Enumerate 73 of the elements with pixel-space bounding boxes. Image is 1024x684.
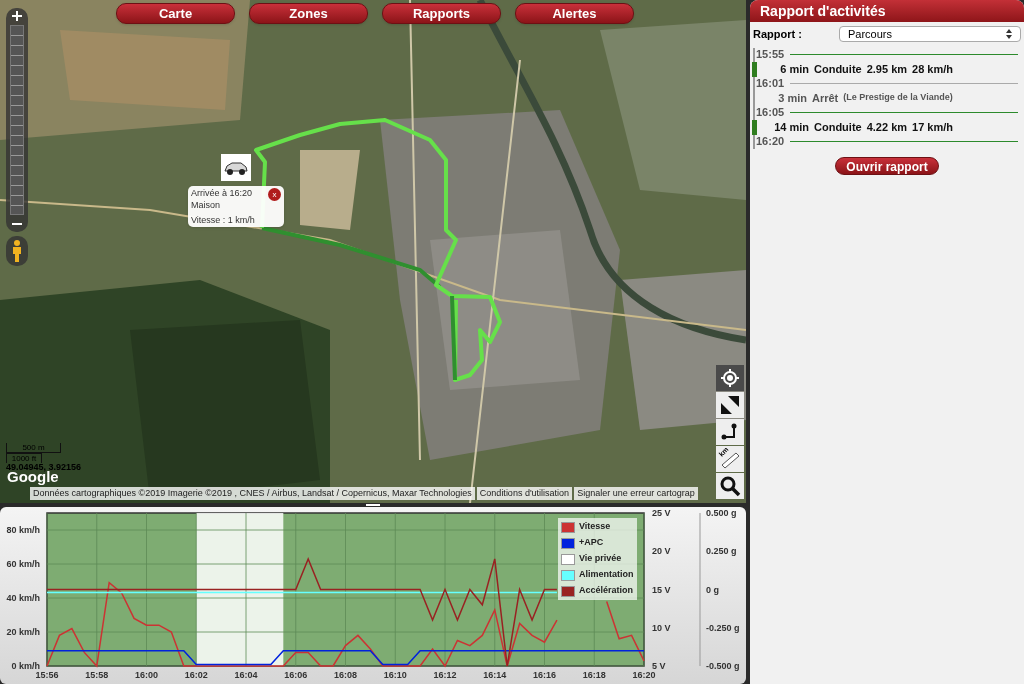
axis-label: 0 g bbox=[706, 584, 719, 595]
axis-label: 16:16 bbox=[533, 670, 556, 680]
map-tab[interactable]: Rapports bbox=[382, 3, 501, 24]
route-button[interactable] bbox=[716, 419, 744, 445]
map-tab[interactable]: Zones bbox=[249, 3, 368, 24]
axis-label: 15:56 bbox=[35, 670, 59, 680]
axis-label: 16:00 bbox=[135, 670, 158, 680]
map-link[interactable]: Conditions d'utilisation bbox=[476, 487, 573, 500]
axis-label: 16:10 bbox=[383, 670, 407, 680]
report-select[interactable]: Parcours bbox=[839, 26, 1021, 43]
search-icon bbox=[719, 475, 741, 497]
axis-label: 16:04 bbox=[234, 670, 258, 680]
axis-label: -0.500 g bbox=[706, 661, 740, 671]
axis-label: 15 V bbox=[652, 584, 671, 595]
zoom-in-icon[interactable] bbox=[11, 10, 23, 22]
legend-label: Vie privée bbox=[579, 552, 622, 566]
coordinates: 49.04945, 3.92156 bbox=[6, 463, 82, 472]
axis-label: 16:12 bbox=[433, 670, 457, 680]
axis-label: 10 V bbox=[652, 622, 671, 633]
timeline-entry[interactable]: 14 min Conduite 4.22 km 17 km/h bbox=[752, 119, 1018, 135]
locate-button[interactable] bbox=[716, 365, 744, 391]
axis-label: 16:18 bbox=[582, 670, 606, 680]
pegman-icon[interactable] bbox=[11, 240, 23, 262]
popup-speed: Vitesse : 1 km/h bbox=[191, 214, 256, 226]
popup-title: Arrivée à 16:20 bbox=[191, 187, 254, 199]
legend-swatch bbox=[561, 537, 575, 549]
axis-label: 20 km/h bbox=[6, 627, 40, 637]
axis-label: 16:08 bbox=[334, 670, 357, 680]
locate-icon bbox=[720, 368, 740, 388]
popup-place: Maison bbox=[191, 199, 221, 211]
axis-label: 60 km/h bbox=[6, 559, 40, 569]
axis-label: 20 V bbox=[652, 546, 671, 557]
axis-label: 5 V bbox=[652, 661, 666, 671]
zoom-track[interactable] bbox=[10, 25, 24, 215]
attribution-text: Données cartographiques ©2019 Imagerie ©2019 , CNES / Airbus, Landsat / Copernicus, Maxar Technologies bbox=[30, 487, 475, 500]
axis-label: 25 V bbox=[652, 508, 671, 518]
legend-swatch bbox=[561, 585, 575, 597]
axis-label: -0.250 g bbox=[706, 622, 740, 633]
axis-label: 0.500 g bbox=[706, 508, 737, 518]
legend-label: Accélération bbox=[579, 584, 634, 598]
time-label: 16:05 bbox=[755, 105, 785, 121]
axis-label: 0 km/h bbox=[11, 661, 40, 671]
field-label: Rapport : bbox=[753, 27, 803, 42]
time-label: 15:55 bbox=[755, 47, 785, 63]
legend-label: Vitesse bbox=[579, 520, 611, 534]
caret-icon bbox=[1006, 29, 1012, 40]
axis-label: 0.250 g bbox=[706, 546, 737, 557]
timeline-entry[interactable]: 3 min Arrêt (Le Prestige de la Viande) bbox=[755, 90, 1018, 106]
close-button[interactable]: x bbox=[268, 188, 281, 201]
legend-swatch bbox=[561, 553, 575, 565]
time-label: 16:01 bbox=[755, 76, 785, 92]
axis-label: 16:02 bbox=[184, 670, 208, 680]
open-report-button[interactable]: Ouvrir rapport bbox=[835, 156, 939, 175]
time-label: 16:20 bbox=[755, 134, 785, 150]
axis-label: 16:20 bbox=[632, 670, 656, 680]
map-link[interactable]: Signaler une erreur cartograp bbox=[574, 487, 698, 500]
expand-icon bbox=[720, 395, 740, 415]
axis-label: 40 km/h bbox=[6, 593, 40, 603]
timeline-entry[interactable]: 6 min Conduite 2.95 km 28 km/h bbox=[752, 61, 1018, 77]
map-tab[interactable]: Alertes bbox=[515, 3, 634, 24]
legend-swatch bbox=[561, 569, 575, 581]
map-tab[interactable]: Carte bbox=[116, 3, 235, 24]
resize-handle[interactable] bbox=[366, 504, 380, 506]
axis-label: 80 km/h bbox=[6, 525, 40, 535]
legend-swatch bbox=[561, 521, 575, 533]
search-button[interactable] bbox=[716, 473, 744, 499]
legend-label: Alimentation bbox=[579, 568, 634, 582]
axis-label: 16:14 bbox=[483, 670, 507, 680]
axis-label: 15:58 bbox=[85, 670, 109, 680]
legend-label: +APC bbox=[579, 536, 604, 550]
panel-title: Rapport d'activités bbox=[750, 0, 1024, 22]
axis-label: 16:06 bbox=[284, 670, 308, 680]
expand-button[interactable] bbox=[716, 392, 744, 418]
